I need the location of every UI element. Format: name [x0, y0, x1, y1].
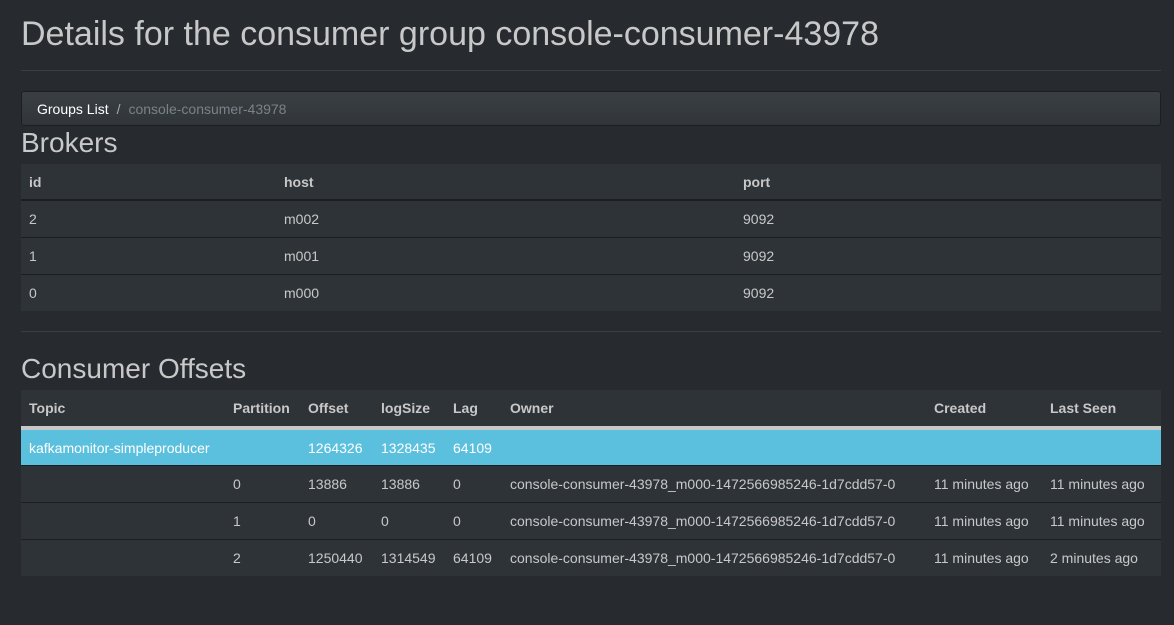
- broker-id: 1: [21, 237, 276, 275]
- partition-offset: 1250440: [300, 539, 373, 576]
- topic-owner: [502, 428, 926, 466]
- broker-row: 0 m000 9092: [21, 274, 1161, 311]
- partition-owner: console-consumer-43978_m000-147256698524…: [502, 539, 926, 576]
- partition-id: 1: [225, 502, 300, 540]
- partition-created: 11 minutes ago: [926, 539, 1042, 576]
- partition-logsize: 1314549: [373, 539, 445, 576]
- topic-logsize: 1328435: [373, 428, 445, 466]
- partition-last-seen: 11 minutes ago: [1042, 502, 1161, 540]
- partition-id: 2: [225, 539, 300, 576]
- header-rule: [21, 70, 1161, 71]
- consumer-offsets-title: Consumer Offsets: [21, 353, 247, 384]
- partition-row: 1 0 0 0 console-consumer-43978_m000-1472…: [21, 502, 1161, 540]
- offsets-col-offset: Offset: [300, 390, 373, 430]
- topic-offset: 1264326: [300, 428, 373, 466]
- broker-row: 1 m001 9092: [21, 237, 1161, 275]
- topic-name: kafkamonitor-simpleproducer: [21, 428, 225, 466]
- broker-port: 9092: [735, 199, 1161, 238]
- partition-last-seen: 11 minutes ago: [1042, 465, 1161, 503]
- section-divider: [21, 331, 1161, 332]
- offsets-col-partition: Partition: [225, 390, 300, 430]
- broker-host: m000: [276, 274, 735, 311]
- offsets-col-owner: Owner: [502, 390, 926, 430]
- partition-created: 11 minutes ago: [926, 465, 1042, 503]
- broker-host: m001: [276, 237, 735, 275]
- broker-port: 9092: [735, 274, 1161, 311]
- partition-lag: 64109: [445, 539, 502, 576]
- partition-owner: console-consumer-43978_m000-147256698524…: [502, 502, 926, 540]
- partition-offset: 0: [300, 502, 373, 540]
- topic-summary-row[interactable]: kafkamonitor-simpleproducer 1264326 1328…: [21, 428, 1161, 466]
- partition-topic: [21, 539, 225, 576]
- topic-last-seen: [1042, 428, 1161, 466]
- breadcrumb: Groups List / console-consumer-43978: [21, 91, 1161, 126]
- partition-row: 0 13886 13886 0 console-consumer-43978_m…: [21, 465, 1161, 503]
- brokers-col-host: host: [276, 164, 735, 201]
- brokers-col-port: port: [735, 164, 1161, 201]
- broker-port: 9092: [735, 237, 1161, 275]
- partition-created: 11 minutes ago: [926, 502, 1042, 540]
- breadcrumb-groups-list-link[interactable]: Groups List: [37, 101, 109, 117]
- broker-host: m002: [276, 199, 735, 238]
- topic-partition: [225, 428, 300, 466]
- partition-lag: 0: [445, 465, 502, 503]
- brokers-header-row: id host port: [21, 164, 1161, 201]
- broker-id: 2: [21, 199, 276, 238]
- partition-id: 0: [225, 465, 300, 503]
- topic-created: [926, 428, 1042, 466]
- offsets-col-created: Created: [926, 390, 1042, 430]
- consumer-offsets-table: Topic Partition Offset logSize Lag Owner…: [21, 390, 1161, 576]
- partition-logsize: 0: [373, 502, 445, 540]
- partition-last-seen: 2 minutes ago: [1042, 539, 1161, 576]
- partition-topic: [21, 465, 225, 503]
- partition-lag: 0: [445, 502, 502, 540]
- brokers-col-id: id: [21, 164, 276, 201]
- breadcrumb-current: console-consumer-43978: [128, 100, 287, 117]
- offsets-col-last-seen: Last Seen: [1042, 390, 1161, 430]
- offsets-header-row: Topic Partition Offset logSize Lag Owner…: [21, 390, 1161, 430]
- partition-offset: 13886: [300, 465, 373, 503]
- partition-row: 2 1250440 1314549 64109 console-consumer…: [21, 539, 1161, 576]
- offsets-col-logsize: logSize: [373, 390, 445, 430]
- broker-row: 2 m002 9092: [21, 199, 1161, 238]
- breadcrumb-separator: /: [116, 100, 121, 117]
- partition-owner: console-consumer-43978_m000-147256698524…: [502, 465, 926, 503]
- brokers-title: Brokers: [21, 127, 118, 158]
- broker-id: 0: [21, 274, 276, 311]
- partition-logsize: 13886: [373, 465, 445, 503]
- offsets-col-topic: Topic: [21, 390, 225, 430]
- topic-lag: 64109: [445, 428, 502, 466]
- page: Details for the consumer group console-c…: [0, 0, 1174, 576]
- page-title: Details for the consumer group console-c…: [21, 15, 880, 53]
- offsets-col-lag: Lag: [445, 390, 502, 430]
- brokers-table: id host port 2 m002 9092 1 m001 9092 0 m…: [21, 164, 1161, 311]
- partition-topic: [21, 502, 225, 540]
